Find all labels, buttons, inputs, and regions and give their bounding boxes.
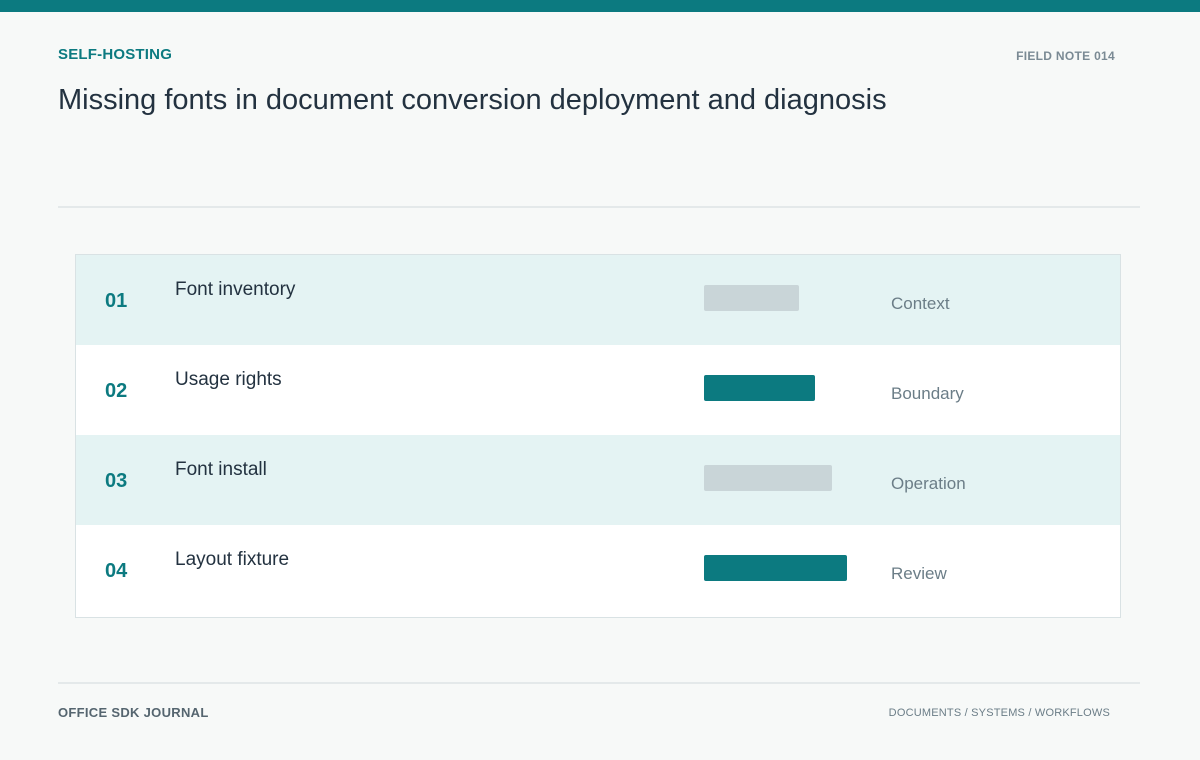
- level-bar-track: [704, 465, 854, 491]
- row-name: Font inventory: [175, 279, 296, 300]
- page-title: Missing fonts in document conversion dep…: [58, 84, 887, 116]
- section-label: SELF-HOSTING: [58, 46, 173, 63]
- table-row: 01 Font inventory Context: [76, 255, 1120, 345]
- table-row: 02 Usage rights Boundary: [76, 345, 1120, 435]
- table-row: 04 Layout fixture Review: [76, 525, 1120, 617]
- field-note-label: FIELD NOTE 014: [1016, 49, 1115, 63]
- publication-name: OFFICE SDK JOURNAL: [58, 705, 209, 720]
- table-row: 03 Font install Operation: [76, 435, 1120, 525]
- level-bar-track: [704, 555, 854, 581]
- row-name: Layout fixture: [175, 549, 290, 570]
- row-number: 01: [105, 290, 128, 312]
- footer-divider: [58, 682, 1140, 684]
- level-bar-track: [704, 375, 854, 401]
- level-bar-track: [704, 285, 854, 311]
- header-divider: [58, 206, 1140, 208]
- level-bar: [704, 465, 832, 491]
- row-tag: Boundary: [891, 384, 964, 403]
- row-name: Font install: [175, 459, 267, 480]
- level-bar: [704, 555, 847, 581]
- steps-table: 01 Font inventory Context 02 Usage right…: [75, 254, 1121, 618]
- row-number: 03: [105, 470, 128, 492]
- row-number: 04: [105, 560, 128, 582]
- row-number: 02: [105, 380, 128, 402]
- topics-label: DOCUMENTS / SYSTEMS / WORKFLOWS: [888, 707, 1110, 719]
- top-accent-bar: [0, 0, 1200, 12]
- row-name: Usage rights: [175, 369, 282, 390]
- row-tag: Context: [891, 294, 950, 313]
- level-bar: [704, 285, 799, 311]
- row-tag: Operation: [891, 474, 966, 493]
- row-tag: Review: [891, 564, 947, 583]
- level-bar: [704, 375, 815, 401]
